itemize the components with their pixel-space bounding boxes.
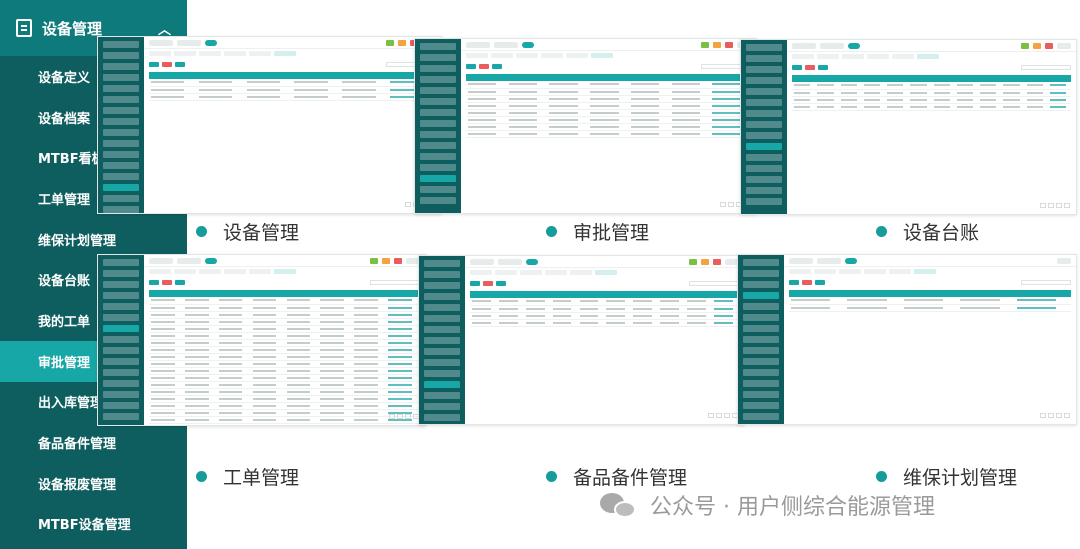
caption-work-order: 工单管理 [196, 463, 299, 490]
bullet-dot [876, 471, 887, 482]
chevron-up-icon[interactable]: ︿ [158, 19, 171, 38]
mini-sidebar [741, 40, 787, 214]
caption-text: 备品备件管理 [573, 467, 688, 489]
caption-text: 设备台账 [903, 222, 980, 244]
bullet-dot [546, 471, 557, 482]
screenshot-device-management [97, 36, 442, 214]
bullet-dot [196, 471, 207, 482]
mini-sidebar [98, 255, 144, 425]
caption-text: 设备管理 [223, 222, 300, 244]
caption-text: 工单管理 [223, 467, 300, 489]
mini-sidebar [738, 255, 784, 424]
mini-main [784, 255, 1076, 424]
mini-main [787, 40, 1076, 214]
caption-text: 维保计划管理 [903, 467, 1018, 489]
bullet-dot [196, 226, 207, 237]
watermark-text: 公众号 · 用户侧综合能源管理 [650, 495, 935, 520]
screenshot-spare-parts [418, 255, 745, 425]
bullet-dot [876, 226, 887, 237]
mini-main [461, 39, 756, 213]
mini-main [465, 256, 744, 424]
mini-sidebar [415, 39, 461, 213]
caption-text: 审批管理 [573, 222, 650, 244]
menu-item-mtbf-device[interactable]: MTBF设备管理 [0, 504, 187, 545]
mini-main [144, 255, 425, 425]
mini-sidebar [98, 37, 144, 213]
caption-approval-management: 审批管理 [546, 218, 649, 245]
bullet-dot [546, 226, 557, 237]
screenshot-approval-management [414, 38, 757, 214]
mini-main [144, 37, 441, 213]
caption-spare-parts: 备品备件管理 [546, 463, 687, 490]
mini-sidebar [419, 256, 465, 424]
wechat-watermark: 公众号 · 用户侧综合能源管理 [598, 489, 935, 521]
screenshot-work-order [97, 254, 426, 426]
document-icon [16, 19, 32, 37]
menu-header-label: 设备管理 [42, 19, 103, 38]
wechat-logo-icon [598, 490, 640, 520]
caption-maintenance-plan: 维保计划管理 [876, 463, 1017, 490]
caption-device-management: 设备管理 [196, 218, 299, 245]
menu-item-spare-parts[interactable]: 备品备件管理 [0, 422, 187, 463]
screenshot-device-ledger [740, 39, 1077, 215]
caption-device-ledger: 设备台账 [876, 218, 979, 245]
menu-item-device-scrap[interactable]: 设备报废管理 [0, 463, 187, 504]
screenshot-maintenance-plan [737, 254, 1077, 425]
